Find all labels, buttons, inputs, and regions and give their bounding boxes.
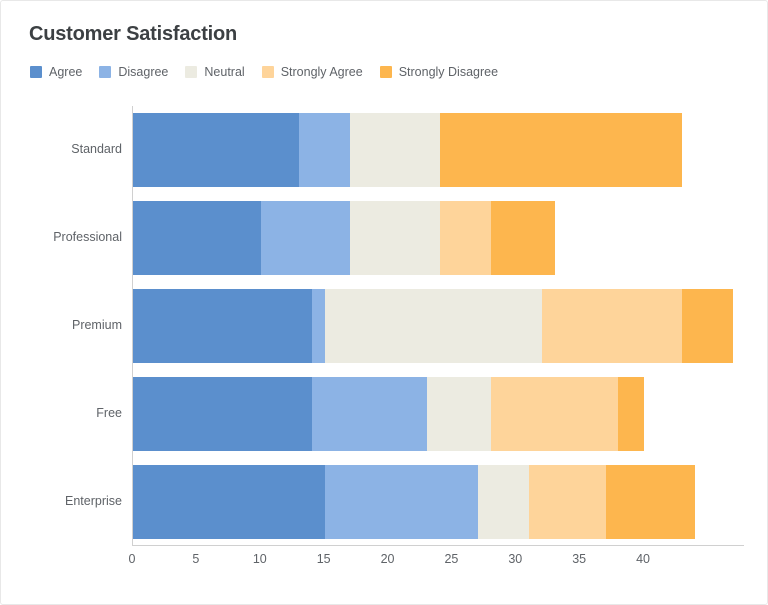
bar-segment[interactable] bbox=[605, 465, 696, 539]
y-axis-tick-label: Free bbox=[96, 406, 122, 420]
legend-item[interactable]: Disagree bbox=[99, 63, 168, 81]
x-axis-tick-label: 40 bbox=[636, 552, 651, 566]
bar-segment[interactable] bbox=[311, 289, 325, 363]
bar-segment[interactable] bbox=[324, 465, 478, 539]
x-axis-tick-label: 20 bbox=[380, 552, 395, 566]
bar-segment[interactable] bbox=[133, 377, 312, 451]
x-axis-line bbox=[132, 545, 744, 546]
x-axis-tick-label: 35 bbox=[572, 552, 587, 566]
legend-item[interactable]: Strongly Disagree bbox=[379, 63, 499, 81]
bar-segment[interactable] bbox=[439, 113, 683, 187]
y-axis-tick-label: Premium bbox=[71, 318, 122, 332]
bar-row bbox=[133, 201, 555, 275]
x-axis-tick-label: 25 bbox=[444, 552, 459, 566]
plot-area bbox=[132, 106, 744, 546]
y-axis-tick-label: Professional bbox=[53, 230, 122, 244]
x-axis-tick-label: 5 bbox=[192, 552, 200, 566]
x-axis-tick-label: 10 bbox=[252, 552, 267, 566]
legend-item-label: Disagree bbox=[118, 65, 169, 79]
legend-item-label: Strongly Agree bbox=[280, 65, 363, 79]
bar-segment[interactable] bbox=[682, 289, 734, 363]
legend-item[interactable]: Strongly Agree bbox=[261, 63, 363, 81]
bar-segment[interactable] bbox=[529, 465, 606, 539]
x-axis-tick-label: 30 bbox=[508, 552, 523, 566]
x-axis-tick-label: 0 bbox=[128, 552, 136, 566]
bar-segment[interactable] bbox=[541, 289, 683, 363]
legend-swatch-icon bbox=[379, 66, 392, 78]
bar-segment[interactable] bbox=[439, 201, 491, 275]
chart-title: Customer Satisfaction bbox=[29, 23, 238, 45]
chart-card: Customer Satisfaction Agree Disagree Neutr… bbox=[0, 0, 768, 605]
bar-segment[interactable] bbox=[350, 113, 440, 187]
chart-legend: Agree Disagree Neutral Strongly Agree Strong… bbox=[30, 63, 498, 81]
bar-segment[interactable] bbox=[350, 201, 440, 275]
bar-segment[interactable] bbox=[133, 201, 261, 275]
legend-item[interactable]: Neutral bbox=[185, 63, 245, 81]
legend-item-label: Neutral bbox=[204, 65, 245, 79]
bar-row bbox=[133, 465, 696, 539]
legend-item-label: Agree bbox=[49, 65, 83, 79]
bar-segment[interactable] bbox=[133, 465, 325, 539]
bar-row bbox=[133, 113, 683, 187]
legend-swatch-icon bbox=[30, 66, 42, 78]
bar-segment[interactable] bbox=[490, 377, 619, 451]
y-axis-labels: Standard Professional Premium Free Enterpris… bbox=[1, 106, 122, 546]
bar-segment[interactable] bbox=[490, 201, 555, 275]
legend-swatch-icon bbox=[185, 66, 198, 78]
legend-item-label: Strongly Disagree bbox=[398, 65, 499, 79]
bar-segment[interactable] bbox=[477, 465, 530, 539]
y-axis-tick-label: Enterprise bbox=[65, 494, 122, 508]
x-axis-tick-label: 15 bbox=[316, 552, 331, 566]
bar-segment[interactable] bbox=[299, 113, 351, 187]
y-axis-tick-label: Standard bbox=[71, 142, 122, 156]
bar-segment[interactable] bbox=[260, 201, 351, 275]
legend-item[interactable]: Agree bbox=[30, 63, 82, 81]
legend-swatch-icon bbox=[99, 66, 112, 78]
bar-segment[interactable] bbox=[133, 113, 300, 187]
bar-segment[interactable] bbox=[311, 377, 427, 451]
bar-segment[interactable] bbox=[426, 377, 491, 451]
bar-segment[interactable] bbox=[618, 377, 645, 451]
legend-swatch-icon bbox=[261, 66, 274, 78]
bar-segment[interactable] bbox=[133, 289, 312, 363]
bar-row bbox=[133, 289, 734, 363]
x-axis-tick-labels: 0 5 10 15 20 25 30 35 40 bbox=[128, 552, 744, 572]
bar-row bbox=[133, 377, 645, 451]
bar-segment[interactable] bbox=[324, 289, 542, 363]
